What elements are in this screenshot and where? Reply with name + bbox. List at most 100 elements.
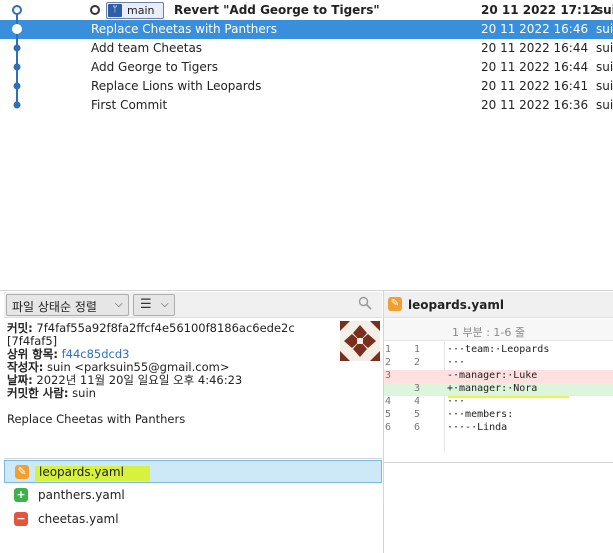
new-line-number: 6 bbox=[414, 422, 421, 433]
old-line-number: 2 bbox=[385, 357, 392, 368]
commit-message: Revert "Add George to Tigers" bbox=[174, 3, 380, 17]
date-label: 날짜: bbox=[7, 373, 33, 387]
diff-pane: ✎ leopards.yaml 1 부분 : 1-6 줄 1 1 ···team… bbox=[384, 291, 613, 553]
diff-line: 6 6 ···-·Linda bbox=[384, 422, 613, 435]
commit-author: sui bbox=[596, 79, 613, 93]
commit-author: sui bbox=[596, 41, 613, 55]
search-icon[interactable] bbox=[358, 296, 372, 310]
committer-value: suin bbox=[72, 386, 96, 400]
list-view-icon: ☰ bbox=[140, 297, 152, 312]
commit-date: 20 11 2022 16:41 bbox=[481, 79, 589, 93]
commit-hash: 7f4faf55a92f8fa2ffcf4e56100f8186ac6ede2c bbox=[36, 321, 295, 335]
commit-author: sui bbox=[596, 60, 613, 74]
diff-code: +·manager:·Nora bbox=[447, 383, 538, 394]
old-line-number: 6 bbox=[385, 422, 392, 433]
head-marker-icon bbox=[90, 5, 100, 15]
author-value: suin <parksuin55@gmail.com> bbox=[47, 360, 230, 374]
old-line-number: 5 bbox=[385, 409, 392, 420]
commit-row[interactable]: Add George to Tigers 20 11 2022 16:44 su… bbox=[0, 58, 613, 77]
old-line-number: 4 bbox=[385, 396, 392, 407]
diff-header: ✎ leopards.yaml bbox=[384, 292, 613, 318]
diff-code: -·manager:·Luke bbox=[447, 370, 538, 381]
branch-label: main bbox=[127, 4, 155, 17]
sort-dropdown-label: 파일 상태순 정렬 bbox=[12, 300, 97, 314]
commit-row[interactable]: Replace Lions with Leopards 20 11 2022 1… bbox=[0, 77, 613, 96]
branch-icon: ᛘ bbox=[108, 4, 122, 17]
chevron-down-icon: ⌵ bbox=[115, 299, 123, 310]
diff-file-name: leopards.yaml bbox=[408, 298, 504, 312]
graph-node bbox=[12, 24, 22, 34]
graph-node bbox=[13, 63, 21, 71]
diff-code: ···members: bbox=[447, 409, 514, 420]
commit-message: First Commit bbox=[91, 98, 168, 112]
old-line-number: 3 bbox=[385, 370, 392, 381]
diff-body: 1 1 ···team:·Leopards 2 2 ··· 3 -·manage… bbox=[384, 342, 613, 462]
commit-author: sui bbox=[596, 3, 613, 17]
commit-row[interactable]: First Commit 20 11 2022 16:36 sui bbox=[0, 96, 613, 115]
diff-bottom-divider bbox=[384, 462, 613, 463]
commit-message: Replace Cheetas with Panthers bbox=[91, 22, 277, 36]
diff-code: ···team:·Leopards bbox=[447, 344, 550, 355]
hunk-label: 1 부분 : 1-6 줄 bbox=[452, 326, 526, 339]
graph-node bbox=[13, 82, 21, 90]
new-line-number: 2 bbox=[414, 357, 421, 368]
parent-hash-link[interactable]: f44c85dcd3 bbox=[62, 347, 130, 361]
minus-icon: − bbox=[14, 512, 28, 526]
file-row-cheetas[interactable]: − cheetas.yaml bbox=[4, 508, 382, 531]
diff-line: 2 2 ··· bbox=[384, 357, 613, 370]
commit-details: 커밋: 7f4faf55a92f8fa2ffcf4e56100f8186ac6e… bbox=[4, 320, 382, 456]
commit-detail-pane: 파일 상태순 정렬 ⌵ ☰ ⌵ 커밋: 7f4faf55a92f8fa2ffcf… bbox=[4, 291, 384, 553]
commit-full-message: Replace Cheetas with Panthers bbox=[7, 412, 186, 426]
commit-label: 커밋: bbox=[7, 321, 33, 335]
diff-line: 5 5 ···members: bbox=[384, 409, 613, 422]
new-line-number: 4 bbox=[414, 396, 421, 407]
commit-date: 20 11 2022 17:12 bbox=[481, 3, 599, 17]
commit-date: 20 11 2022 16:36 bbox=[481, 98, 589, 112]
file-toolbar: 파일 상태순 정렬 ⌵ ☰ ⌵ bbox=[4, 292, 382, 318]
commit-message: Add team Cheetas bbox=[91, 41, 203, 55]
new-line-number: 1 bbox=[414, 344, 421, 355]
chevron-down-icon: ⌵ bbox=[161, 299, 169, 310]
graph-node bbox=[13, 101, 21, 109]
author-label: 작성자: bbox=[7, 360, 44, 374]
diff-line: 1 1 ···team:·Leopards bbox=[384, 344, 613, 357]
sort-dropdown[interactable]: 파일 상태순 정렬 ⌵ bbox=[6, 294, 129, 316]
hunk-header: 1 부분 : 1-6 줄 bbox=[384, 319, 613, 341]
commit-author: sui bbox=[596, 98, 613, 112]
diff-code: ··· bbox=[447, 396, 466, 407]
committer-label: 커밋한 사람: bbox=[7, 386, 69, 400]
commit-date: 20 11 2022 16:46 bbox=[481, 22, 589, 36]
new-line-number: 5 bbox=[414, 409, 421, 420]
old-line-number: 1 bbox=[385, 344, 392, 355]
graph-node bbox=[12, 5, 22, 15]
new-line-number: 3 bbox=[414, 383, 421, 394]
diff-line: 4 4 ··· bbox=[384, 396, 613, 409]
changed-files-list: ✎ leopards.yaml + panthers.yaml − cheeta… bbox=[4, 459, 382, 553]
commit-graph bbox=[12, 5, 22, 109]
file-name: cheetas.yaml bbox=[38, 512, 119, 526]
diff-code: ··· bbox=[447, 357, 466, 368]
diff-code: ···-·Linda bbox=[447, 422, 508, 433]
parent-label: 상위 항목: bbox=[7, 347, 58, 361]
commit-date: 20 11 2022 16:44 bbox=[481, 41, 589, 55]
commit-history-list: ᛘ main Revert "Add George to Tigers" 20 … bbox=[0, 0, 613, 290]
commit-message: Add George to Tigers bbox=[91, 60, 218, 74]
date-value: 2022년 11월 20일 일요일 오후 4:46:23 bbox=[36, 373, 243, 387]
graph-node bbox=[13, 44, 21, 52]
file-row-panthers[interactable]: + panthers.yaml bbox=[4, 484, 382, 507]
commit-message: Replace Lions with Leopards bbox=[91, 79, 262, 93]
diff-line-added: 3 +·manager:·Nora bbox=[384, 383, 613, 396]
file-row-leopards[interactable]: ✎ leopards.yaml bbox=[4, 460, 382, 483]
diff-line-removed: 3 -·manager:·Luke bbox=[384, 370, 613, 383]
pencil-icon: ✎ bbox=[388, 297, 402, 311]
commit-row[interactable]: Replace Cheetas with Panthers 20 11 2022… bbox=[0, 20, 613, 39]
avatar bbox=[340, 321, 380, 361]
commit-date: 20 11 2022 16:44 bbox=[481, 60, 589, 74]
branch-badge[interactable]: ᛘ main bbox=[106, 2, 164, 19]
plus-icon: + bbox=[14, 488, 28, 502]
file-name: panthers.yaml bbox=[38, 488, 125, 502]
view-mode-dropdown[interactable]: ☰ ⌵ bbox=[133, 294, 175, 316]
commit-row[interactable]: ᛘ main Revert "Add George to Tigers" 20 … bbox=[0, 1, 613, 20]
commit-row[interactable]: Add team Cheetas 20 11 2022 16:44 sui bbox=[0, 39, 613, 58]
pencil-icon: ✎ bbox=[15, 465, 29, 479]
